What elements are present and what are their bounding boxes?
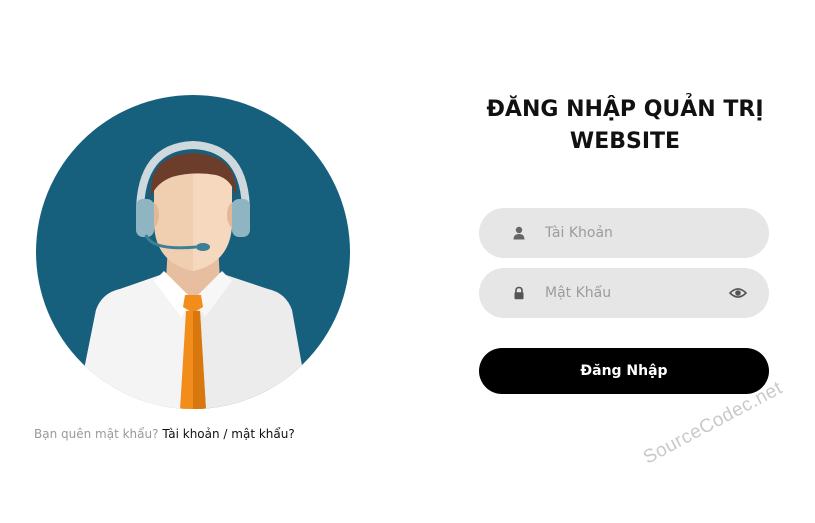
username-field[interactable] (479, 208, 769, 258)
login-page: Bạn quên mật khẩu? Tài khoản / mật khẩu?… (0, 0, 815, 523)
lock-icon (514, 286, 524, 300)
title-line-1: ĐĂNG NHẬP QUẢN TRỊ (486, 97, 764, 122)
username-input[interactable] (545, 208, 725, 258)
title-line-2: WEBSITE (569, 129, 681, 154)
password-input[interactable] (545, 268, 725, 318)
forgot-password-link[interactable]: Tài khoản / mật khẩu? (162, 427, 294, 441)
support-agent-illustration (36, 95, 350, 410)
eye-icon[interactable] (729, 286, 747, 300)
page-title: ĐĂNG NHẬP QUẢN TRỊ WEBSITE (470, 94, 780, 158)
forgot-password-text: Bạn quên mật khẩu? Tài khoản / mật khẩu? (34, 427, 295, 441)
login-button[interactable]: Đăng Nhập (479, 348, 769, 394)
password-field[interactable] (479, 268, 769, 318)
agent-avatar-image (36, 95, 350, 409)
user-icon (513, 226, 525, 240)
forgot-prefix: Bạn quên mật khẩu? (34, 427, 159, 441)
